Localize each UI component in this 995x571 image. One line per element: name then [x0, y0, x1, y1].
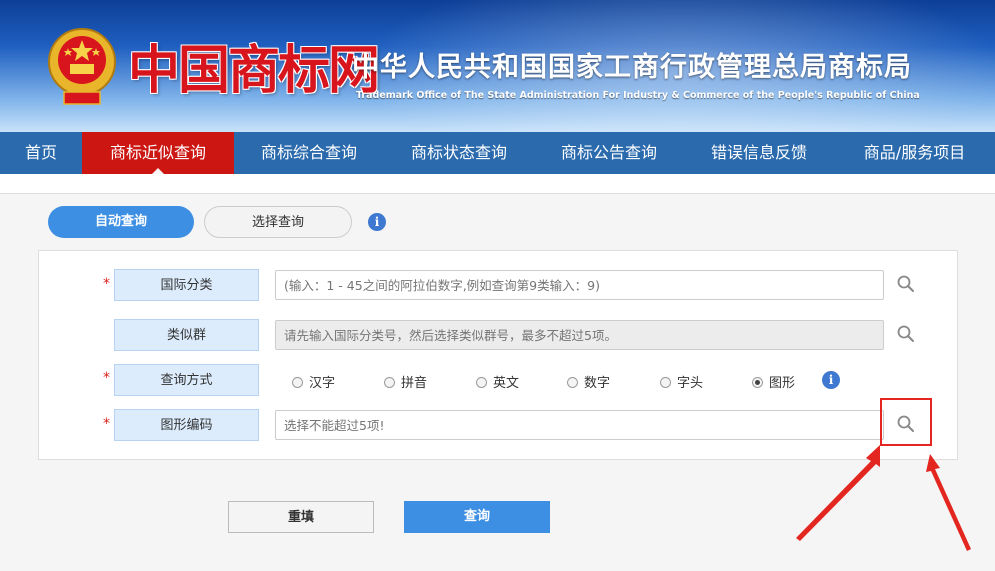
radio-dot[interactable]	[476, 377, 487, 388]
required-mark: *	[103, 416, 110, 432]
required-mark: *	[103, 276, 110, 292]
office-name-cn: 中华人民共和国国家工商行政管理总局商标局	[352, 52, 912, 83]
figure-code-input[interactable]	[275, 410, 884, 440]
radio-label: 汉字	[309, 376, 336, 391]
brand-title: 中国商标网	[128, 40, 380, 101]
reset-button[interactable]: 重填	[228, 501, 374, 533]
radio-english[interactable]: 英文	[476, 372, 519, 391]
tab-auto-query[interactable]: 自动查询	[48, 206, 194, 238]
radio-dot[interactable]	[567, 377, 578, 388]
similar-group-input[interactable]	[275, 320, 884, 350]
nav-item-goods-services[interactable]: 商品/服务项目	[834, 132, 995, 174]
nav-item-status-search[interactable]: 商标状态查询	[384, 132, 534, 174]
search-icon[interactable]	[896, 274, 916, 294]
radio-dot-checked[interactable]	[752, 377, 763, 388]
radio-dot[interactable]	[660, 377, 671, 388]
main-nav: 首页 商标近似查询 商标综合查询 商标状态查询 商标公告查询 错误信息反馈 商品…	[0, 132, 995, 174]
radio-label: 数字	[584, 376, 611, 391]
figure-code-label: 图形编码	[114, 409, 259, 441]
annotation-arrow-right	[926, 454, 971, 551]
nav-item-announcement-search[interactable]: 商标公告查询	[534, 132, 684, 174]
required-mark: *	[103, 370, 110, 386]
query-method-label: 查询方式	[114, 364, 259, 396]
radio-label: 图形	[769, 376, 796, 391]
radio-pinyin[interactable]: 拼音	[384, 372, 427, 391]
radio-label: 字头	[677, 376, 704, 391]
site-header: 中国商标网 中华人民共和国国家工商行政管理总局商标局 Trademark Off…	[0, 0, 995, 132]
intl-class-label: 国际分类	[114, 269, 259, 301]
nav-item-error-feedback[interactable]: 错误信息反馈	[684, 132, 834, 174]
info-icon[interactable]: i	[822, 371, 840, 389]
nav-item-home[interactable]: 首页	[0, 132, 82, 174]
nav-item-comprehensive-search[interactable]: 商标综合查询	[234, 132, 384, 174]
radio-number[interactable]: 数字	[567, 372, 610, 391]
radio-figure[interactable]: 图形	[752, 372, 795, 391]
nav-item-similar-search[interactable]: 商标近似查询	[82, 132, 234, 174]
tab-select-query[interactable]: 选择查询	[204, 206, 352, 238]
search-icon[interactable]	[896, 324, 916, 344]
sub-bar	[0, 174, 995, 194]
radio-label: 拼音	[401, 376, 428, 391]
radio-initial[interactable]: 字头	[660, 372, 703, 391]
query-button[interactable]: 查询	[404, 501, 550, 533]
radio-hanzi[interactable]: 汉字	[292, 372, 335, 391]
info-icon[interactable]: i	[368, 213, 386, 231]
radio-dot[interactable]	[292, 377, 303, 388]
intl-class-input[interactable]	[275, 270, 884, 300]
similar-group-label: 类似群	[114, 319, 259, 351]
radio-dot[interactable]	[384, 377, 395, 388]
annotation-highlight-box	[880, 398, 932, 446]
national-emblem-icon	[48, 28, 116, 105]
office-name-en: Trademark Office of The State Administra…	[356, 90, 920, 101]
radio-label: 英文	[493, 376, 520, 391]
